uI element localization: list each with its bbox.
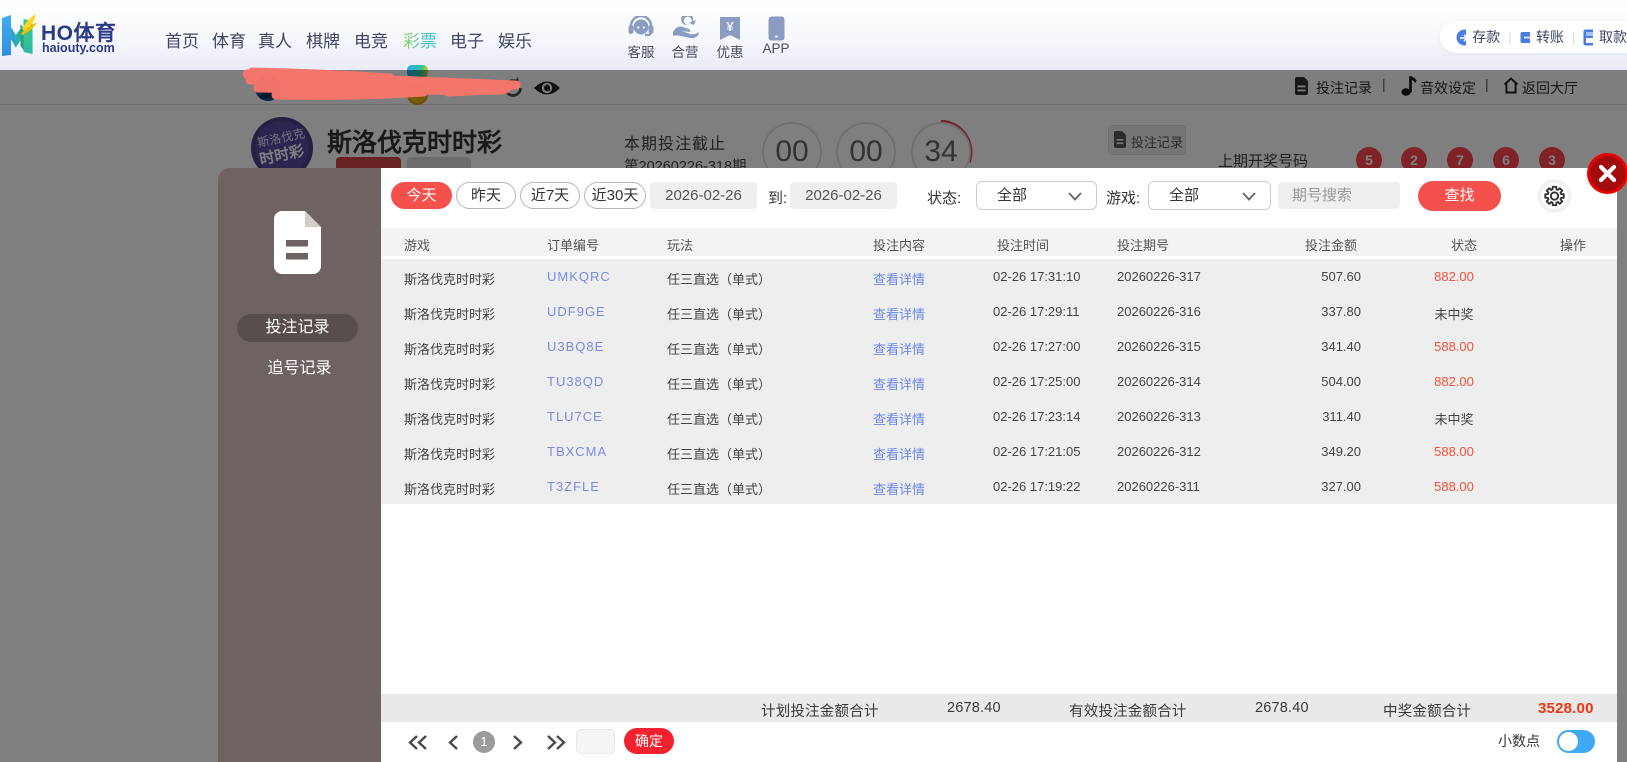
svg-text:¥: ¥: [726, 19, 734, 34]
